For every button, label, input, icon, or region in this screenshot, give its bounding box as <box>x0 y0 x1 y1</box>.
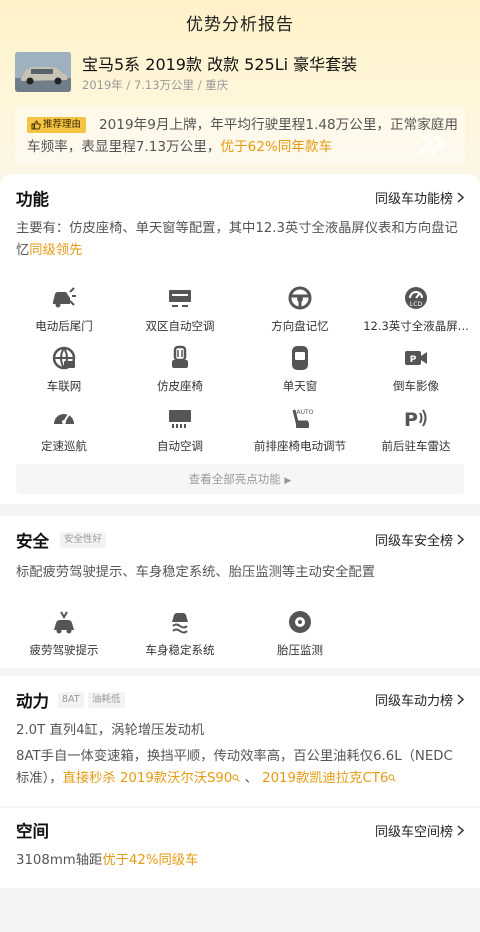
reverse-camera-icon: P <box>405 351 427 365</box>
safety-tag: 安全性好 <box>60 532 107 548</box>
search-icon <box>388 774 397 782</box>
feature-item[interactable]: 方向盘记忆 <box>240 284 360 342</box>
rival-link[interactable]: 2019款沃尔沃S90 <box>120 771 241 786</box>
space-card: 空间 同级车空间榜 3108mm轴距优于42%同级车 <box>0 808 480 888</box>
feature-item[interactable]: P 前后驻车雷达 <box>356 404 476 462</box>
features-desc: 主要有：仿皮座椅、单天窗等配置，其中12.3英寸全液晶屏仪表和方向盘记忆同级领先 <box>16 221 458 258</box>
features-card: 功能 同级车功能榜 主要有：仿皮座椅、单天窗等配置，其中12.3英寸全液晶屏仪表… <box>0 174 480 504</box>
recommend-reason-text: 2019年9月上牌，年平均行驶里程1.48万公里，正常家庭用车频率，表显里程7.… <box>27 117 458 155</box>
chevron-right-icon <box>457 694 464 705</box>
chevron-right-icon <box>457 534 464 545</box>
power-ranking-link[interactable]: 同级车动力榜 <box>375 690 464 709</box>
features-ranking-link[interactable]: 同级车功能榜 <box>375 188 464 207</box>
feature-item[interactable]: 仿皮座椅 <box>120 344 240 402</box>
lcd-dashboard-icon: LCD <box>405 287 427 309</box>
space-desc: 3108mm轴距优于42%同级车 <box>16 853 199 868</box>
dual-zone-ac-icon <box>169 290 191 307</box>
power-card: 动力 8AT 油耗低 同级车动力榜 2.0T 直列4缸，涡轮增压发动机 8AT手… <box>0 676 480 806</box>
feature-item[interactable]: AUTO 前排座椅电动调节 <box>240 404 360 462</box>
reason-highlight: 优于62%同年款车 <box>220 139 333 155</box>
sunroof-icon <box>292 346 308 370</box>
view-all-features-button[interactable]: 查看全部亮点功能 ▶ <box>16 464 464 494</box>
safety-card: 安全 安全性好 同级车安全榜 标配疲劳驾驶提示、车身稳定系统、胎压监测等主动安全… <box>0 516 480 668</box>
feature-item[interactable]: 单天窗 <box>240 344 360 402</box>
safety-ranking-link[interactable]: 同级车安全榜 <box>375 530 464 549</box>
feature-item[interactable]: 电动后尾门 <box>4 284 124 342</box>
feature-item[interactable]: 车身稳定系统 <box>120 608 240 666</box>
power-tailgate-icon <box>53 287 76 308</box>
tire-pressure-icon <box>289 611 311 633</box>
rival-link[interactable]: 2019款凯迪拉克CT6 <box>262 771 397 786</box>
power-seat-icon: AUTO <box>292 409 314 428</box>
chevron-right-icon <box>457 825 464 836</box>
chevron-right-icon <box>457 192 464 203</box>
feature-item[interactable]: 定速巡航 <box>4 404 124 462</box>
page-title: 优势分析报告 <box>186 15 294 35</box>
fatigue-alert-icon <box>54 611 74 634</box>
recommend-badge: 推荐理由 <box>27 117 87 133</box>
triangle-right-icon: ▶ <box>284 476 292 486</box>
thumbs-up-icon <box>31 120 41 130</box>
feature-item[interactable]: LCD 12.3英寸全液晶屏... <box>356 284 476 342</box>
power-tag-fuel: 油耗低 <box>88 692 125 708</box>
feature-item[interactable]: P 倒车影像 <box>356 344 476 402</box>
power-tag-transmission: 8AT <box>58 692 84 708</box>
engine-desc: 2.0T 直列4缸，涡轮增压发动机 <box>16 723 205 738</box>
decoration-arrows-icon <box>417 130 447 156</box>
cruise-control-icon <box>54 413 74 424</box>
leather-seat-icon <box>172 345 188 368</box>
car-meta: 2019年 / 7.13万公里 / 重庆 <box>82 78 229 92</box>
transmission-desc: 8AT手自一体变速箱，换挡平顺，传动效率高，百公里油耗仅6.6L（NEDC标准）… <box>16 749 453 786</box>
space-title: 空间 <box>16 822 49 841</box>
safety-title: 安全 <box>16 532 49 551</box>
svg-text:P: P <box>404 409 418 431</box>
parking-radar-icon: P <box>404 409 427 431</box>
car-thumbnail[interactable] <box>15 52 71 92</box>
svg-text:AUTO: AUTO <box>297 409 314 416</box>
auto-ac-icon <box>169 410 191 428</box>
car-name: 宝马5系 2019款 改款 525Li 豪华套装 <box>82 55 358 74</box>
recommend-reason-card: 2019年9月上牌，年平均行驶里程1.48万公里，正常家庭用车频率，表显里程7.… <box>15 106 465 164</box>
space-ranking-link[interactable]: 同级车空间榜 <box>375 821 464 840</box>
steering-wheel-icon <box>288 286 312 310</box>
safety-desc: 标配疲劳驾驶提示、车身稳定系统、胎压监测等主动安全配置 <box>16 565 376 580</box>
stability-control-icon <box>172 613 188 634</box>
power-title: 动力 <box>16 692 49 711</box>
feature-item[interactable]: 双区自动空调 <box>120 284 240 342</box>
feature-item[interactable]: 车联网 <box>4 344 124 402</box>
feature-item[interactable]: 疲劳驾驶提示 <box>4 608 124 666</box>
svg-text:P: P <box>410 355 417 365</box>
connected-car-icon <box>52 346 76 370</box>
search-icon <box>232 774 241 782</box>
feature-item[interactable]: 自动空调 <box>120 404 240 462</box>
features-title: 功能 <box>16 190 49 209</box>
feature-item[interactable]: 胎压监测 <box>240 608 360 666</box>
svg-text:LCD: LCD <box>410 301 423 308</box>
